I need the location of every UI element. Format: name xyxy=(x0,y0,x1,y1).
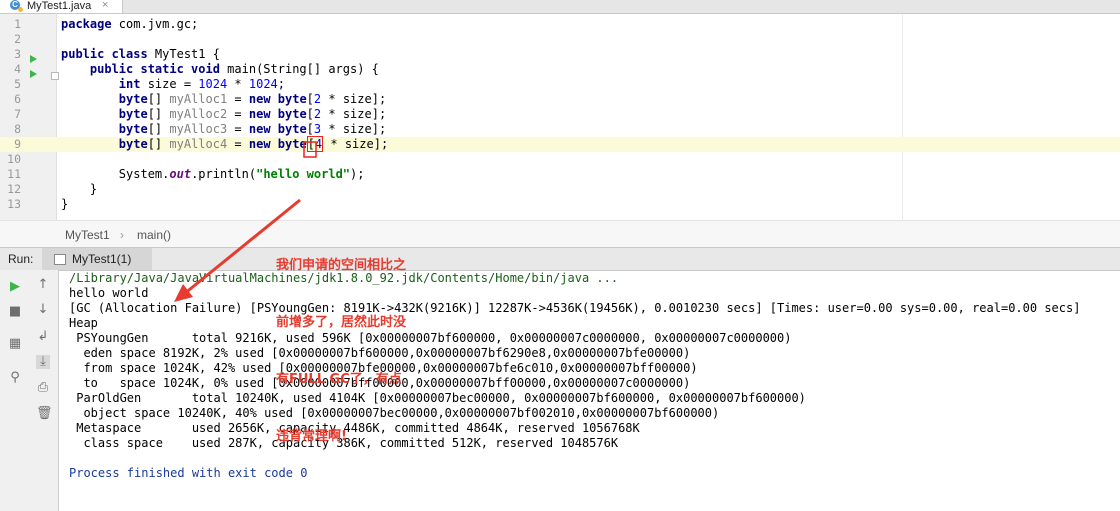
trash-icon[interactable]: 🗑 xyxy=(36,407,53,421)
down-arrow-icon[interactable]: ↓ xyxy=(36,303,50,317)
console-line: object space 10240K, 40% used [0x0000000… xyxy=(69,406,720,420)
console-line: ParOldGen total 10240K, used 4104K [0x00… xyxy=(69,391,806,405)
pin-icon[interactable]: ⚲ xyxy=(8,371,22,385)
stop-icon[interactable]: ■ xyxy=(8,305,22,319)
console-line: /Library/Java/JavaVirtualMachines/jdk1.8… xyxy=(69,271,619,285)
up-arrow-icon[interactable]: ↑ xyxy=(36,278,50,292)
line-number: 13 xyxy=(7,197,21,211)
console-line: to space 1024K, 0% used [0x00000007bff00… xyxy=(69,376,691,390)
code-text: byte[] myAlloc1 = new byte[2 * size]; xyxy=(118,92,387,106)
run-main-icon[interactable] xyxy=(30,70,37,78)
code-editor[interactable]: 1 package com.jvm.gc; 2 3 public class MyTes… xyxy=(0,14,1120,220)
run-config-tab[interactable]: MyTest1(1) xyxy=(42,248,152,270)
breadcrumb-class[interactable]: MyTest1 xyxy=(65,228,110,242)
code-text: } xyxy=(61,182,98,196)
code-line[interactable]: 10 xyxy=(0,152,1120,167)
line-number: 7 xyxy=(14,107,21,121)
layout-icon[interactable]: ▦ xyxy=(8,337,22,351)
line-number: 6 xyxy=(14,92,21,106)
annotation-note: 我们申请的空间相比之 前增多了，居然此时没 有FULL GC了，有点 违背常理啊… xyxy=(276,218,406,465)
run-toolbar: ▶ ■ ▦ ⚲ ↑ ↓ ↲ ⤓ ⎙ 🗑 xyxy=(0,270,59,511)
breadcrumb: MyTest1 › main() xyxy=(0,220,1120,247)
run-class-icon[interactable] xyxy=(30,55,37,63)
breadcrumb-separator: › xyxy=(120,228,124,242)
line-number: 8 xyxy=(14,122,21,136)
console-line: from space 1024K, 42% used [0x00000007bf… xyxy=(69,361,698,375)
code-line[interactable]: 7 byte[] myAlloc2 = new byte[2 * size]; xyxy=(0,107,1120,122)
code-text: byte[] myAlloc3 = new byte[3 * size]; xyxy=(118,122,387,136)
console-line: [GC (Allocation Failure) [PSYoungGen: 81… xyxy=(69,301,1081,315)
tab-label: MyTest1.java xyxy=(27,0,92,12)
scroll-to-end-icon[interactable]: ⤓ xyxy=(36,355,50,369)
close-tab-icon[interactable]: × xyxy=(102,0,108,11)
run-label: Run: xyxy=(8,252,34,266)
console-line: Process finished with exit code 0 xyxy=(69,466,308,480)
code-line[interactable]: 6 byte[] myAlloc1 = new byte[2 * size]; xyxy=(0,92,1120,107)
line-number: 11 xyxy=(7,167,21,181)
print-icon[interactable]: ⎙ xyxy=(36,381,50,395)
soft-wrap-icon[interactable]: ↲ xyxy=(36,330,50,344)
code-line[interactable]: 11 System.out.println("hello world"); xyxy=(0,167,1120,182)
code-text: byte[] myAlloc2 = new byte[2 * size]; xyxy=(118,107,387,121)
code-text: int size = 1024 * 1024; xyxy=(118,77,286,91)
line-number: 10 xyxy=(7,152,21,166)
line-number: 4 xyxy=(14,62,21,76)
fold-method-icon[interactable] xyxy=(51,72,59,80)
line-number: 2 xyxy=(14,32,21,46)
code-text: System.out.println("hello world"); xyxy=(61,167,365,181)
code-text: public class MyTest1 { xyxy=(61,47,220,61)
code-line[interactable]: 13} xyxy=(0,197,1120,212)
breadcrumb-method[interactable]: main() xyxy=(137,228,171,242)
console-output[interactable]: /Library/Java/JavaVirtualMachines/jdk1.8… xyxy=(69,271,1080,481)
console-line: Metaspace used 2656K, capacity 4486K, co… xyxy=(69,421,640,435)
line-number: 9 xyxy=(14,137,21,151)
code-line[interactable]: 4 public static void main(String[] args)… xyxy=(0,62,1120,77)
console-icon xyxy=(54,254,66,265)
run-tool-window-header: Run: MyTest1(1) xyxy=(0,247,1120,271)
rerun-icon[interactable]: ▶ xyxy=(8,280,22,294)
annotation-line-1: 我们申请的空间相比之 xyxy=(276,258,407,273)
annotation-line-3: 有FULL GC了，有点 xyxy=(276,372,402,387)
code-text: } xyxy=(61,197,69,211)
code-line[interactable]: 8 byte[] myAlloc3 = new byte[3 * size]; xyxy=(0,122,1120,137)
console-line: PSYoungGen total 9216K, used 596K [0x000… xyxy=(69,331,792,345)
console-line: Heap xyxy=(69,316,98,330)
console-line: eden space 8192K, 2% used [0x00000007bf6… xyxy=(69,346,691,360)
console-line: class space used 287K, capacity 386K, co… xyxy=(69,436,619,450)
code-line[interactable]: 5 int size = 1024 * 1024; xyxy=(0,77,1120,92)
code-text: byte[] myAlloc4 = new byte[4 * size]; xyxy=(118,136,389,152)
java-class-icon: C xyxy=(10,0,23,12)
code-line[interactable]: 2 xyxy=(0,32,1120,47)
code-text: package com.jvm.gc; xyxy=(61,17,199,31)
code-line[interactable]: 12 } xyxy=(0,182,1120,197)
annotation-line-2: 前增多了，居然此时没 xyxy=(276,315,407,330)
line-number: 12 xyxy=(7,182,21,196)
code-text: public static void main(String[] args) { xyxy=(89,62,379,76)
tab-mytest1-java[interactable]: C MyTest1.java × xyxy=(0,0,123,13)
code-line[interactable]: 9 byte[] myAlloc4 = new byte[4 * size]; xyxy=(0,136,1120,152)
line-number: 1 xyxy=(14,17,21,31)
editor-tab-bar: C MyTest1.java × xyxy=(0,0,1120,14)
code-line[interactable]: 3 public class MyTest1 { xyxy=(0,47,1120,62)
run-config-label: MyTest1(1) xyxy=(72,252,132,266)
line-number: 5 xyxy=(14,77,21,91)
line-number: 3 xyxy=(14,47,21,61)
console-line: hello world xyxy=(69,286,149,300)
code-line[interactable]: 1 package com.jvm.gc; xyxy=(0,17,1120,32)
annotation-line-4: 违背常理啊! xyxy=(276,429,347,444)
